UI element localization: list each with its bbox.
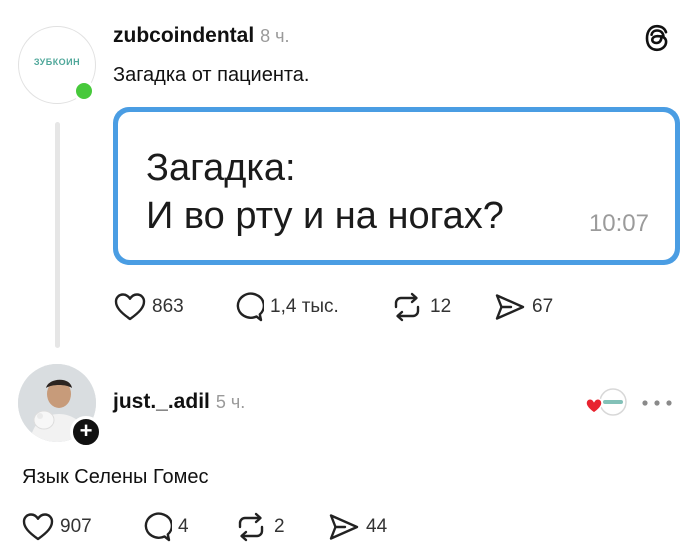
repost-icon xyxy=(238,512,264,542)
heart-icon xyxy=(22,513,54,541)
image-message-time: 10:07 xyxy=(588,210,649,237)
comment-button[interactable]: 4 xyxy=(140,512,189,542)
like-count: 863 xyxy=(152,296,184,317)
comment-icon xyxy=(236,292,264,322)
like-button[interactable]: 863 xyxy=(114,292,184,322)
online-status-dot xyxy=(73,80,95,102)
liked-by-author-badge xyxy=(583,386,631,418)
share-button[interactable]: 44 xyxy=(328,512,387,542)
send-icon xyxy=(495,294,525,320)
post2-text: Язык Селены Гомес xyxy=(22,466,209,488)
more-options-icon[interactable] xyxy=(640,396,674,408)
post1-username[interactable]: zubcoindental xyxy=(113,24,254,47)
post1-header: zubcoindental 8 ч. xyxy=(113,24,290,48)
like-count: 907 xyxy=(60,516,92,537)
share-count: 67 xyxy=(532,296,554,317)
repost-icon xyxy=(394,292,420,322)
share-button[interactable]: 67 xyxy=(494,292,553,322)
repost-button[interactable]: 2 xyxy=(234,512,285,542)
avatar-brand-text: ЗУБКОИН xyxy=(33,57,81,67)
repost-count: 2 xyxy=(274,516,285,537)
comment-button[interactable]: 1,4 тыс. xyxy=(232,292,339,322)
thread-line xyxy=(55,122,60,348)
repost-button[interactable]: 12 xyxy=(390,292,451,322)
comment-count: 1,4 тыс. xyxy=(270,296,339,317)
post2-time: 5 ч. xyxy=(215,392,246,412)
follow-plus-button[interactable]: + xyxy=(70,416,102,448)
post2-header: just._.adil 5 ч. xyxy=(113,390,245,414)
heart-icon xyxy=(114,293,146,321)
repost-count: 12 xyxy=(430,296,452,317)
image-message-text: Загадка: И во рту и на ногах? xyxy=(146,147,504,237)
post2-username[interactable]: just._.adil xyxy=(113,390,210,413)
share-count: 44 xyxy=(366,516,388,537)
threads-logo-icon[interactable] xyxy=(644,24,670,52)
comment-count: 4 xyxy=(178,516,189,537)
comment-icon xyxy=(144,512,172,542)
post1-image-card[interactable]: Загадка: И во рту и на ногах? 10:07 xyxy=(113,107,680,265)
send-icon xyxy=(329,514,359,540)
post1-text: Загадка от пациента. xyxy=(113,64,310,86)
post1-time: 8 ч. xyxy=(260,26,290,46)
like-button[interactable]: 907 xyxy=(22,512,92,542)
